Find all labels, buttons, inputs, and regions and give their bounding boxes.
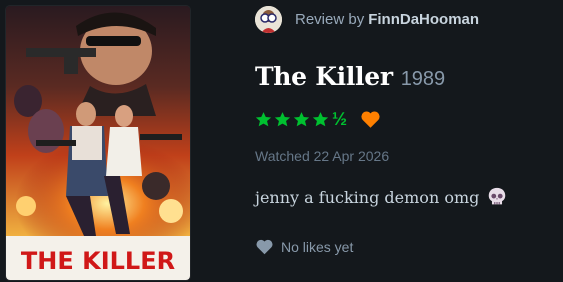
review-text: jenny a fucking demon omg	[255, 187, 480, 207]
avatar[interactable]	[255, 5, 282, 33]
film-poster[interactable]: THE KILLER	[6, 6, 190, 280]
avatar-image	[255, 5, 282, 33]
rating-row: ½	[255, 109, 381, 129]
likes-count: No likes yet	[281, 238, 354, 255]
heart-icon[interactable]	[255, 238, 274, 255]
star-icon	[274, 111, 291, 126]
film-heading: The Killer 1989	[255, 62, 445, 91]
skull-icon	[489, 187, 506, 205]
review-by-label: Review by	[295, 10, 365, 28]
liked-heart-icon	[361, 111, 380, 128]
poster-artwork: THE KILLER	[6, 6, 190, 280]
reviewer-row: Review by FinnDaHooman	[255, 4, 479, 34]
poster-caption: THE KILLER	[21, 247, 175, 275]
star-icon	[255, 111, 272, 126]
reviewer-username[interactable]: FinnDaHooman	[368, 11, 479, 28]
half-star: ½	[332, 108, 348, 129]
star-rating: ½	[255, 108, 348, 129]
review-panel: Review by FinnDaHooman The Killer 1989 ½…	[255, 0, 563, 282]
star-icon	[293, 111, 310, 126]
review-body: jenny a fucking demon omg	[255, 186, 508, 208]
likes-row[interactable]: No likes yet	[255, 238, 353, 255]
film-title[interactable]: The Killer	[255, 62, 393, 91]
watched-date: Watched 22 Apr 2026	[255, 148, 390, 164]
film-year[interactable]: 1989	[401, 68, 446, 91]
star-icon	[312, 111, 329, 126]
